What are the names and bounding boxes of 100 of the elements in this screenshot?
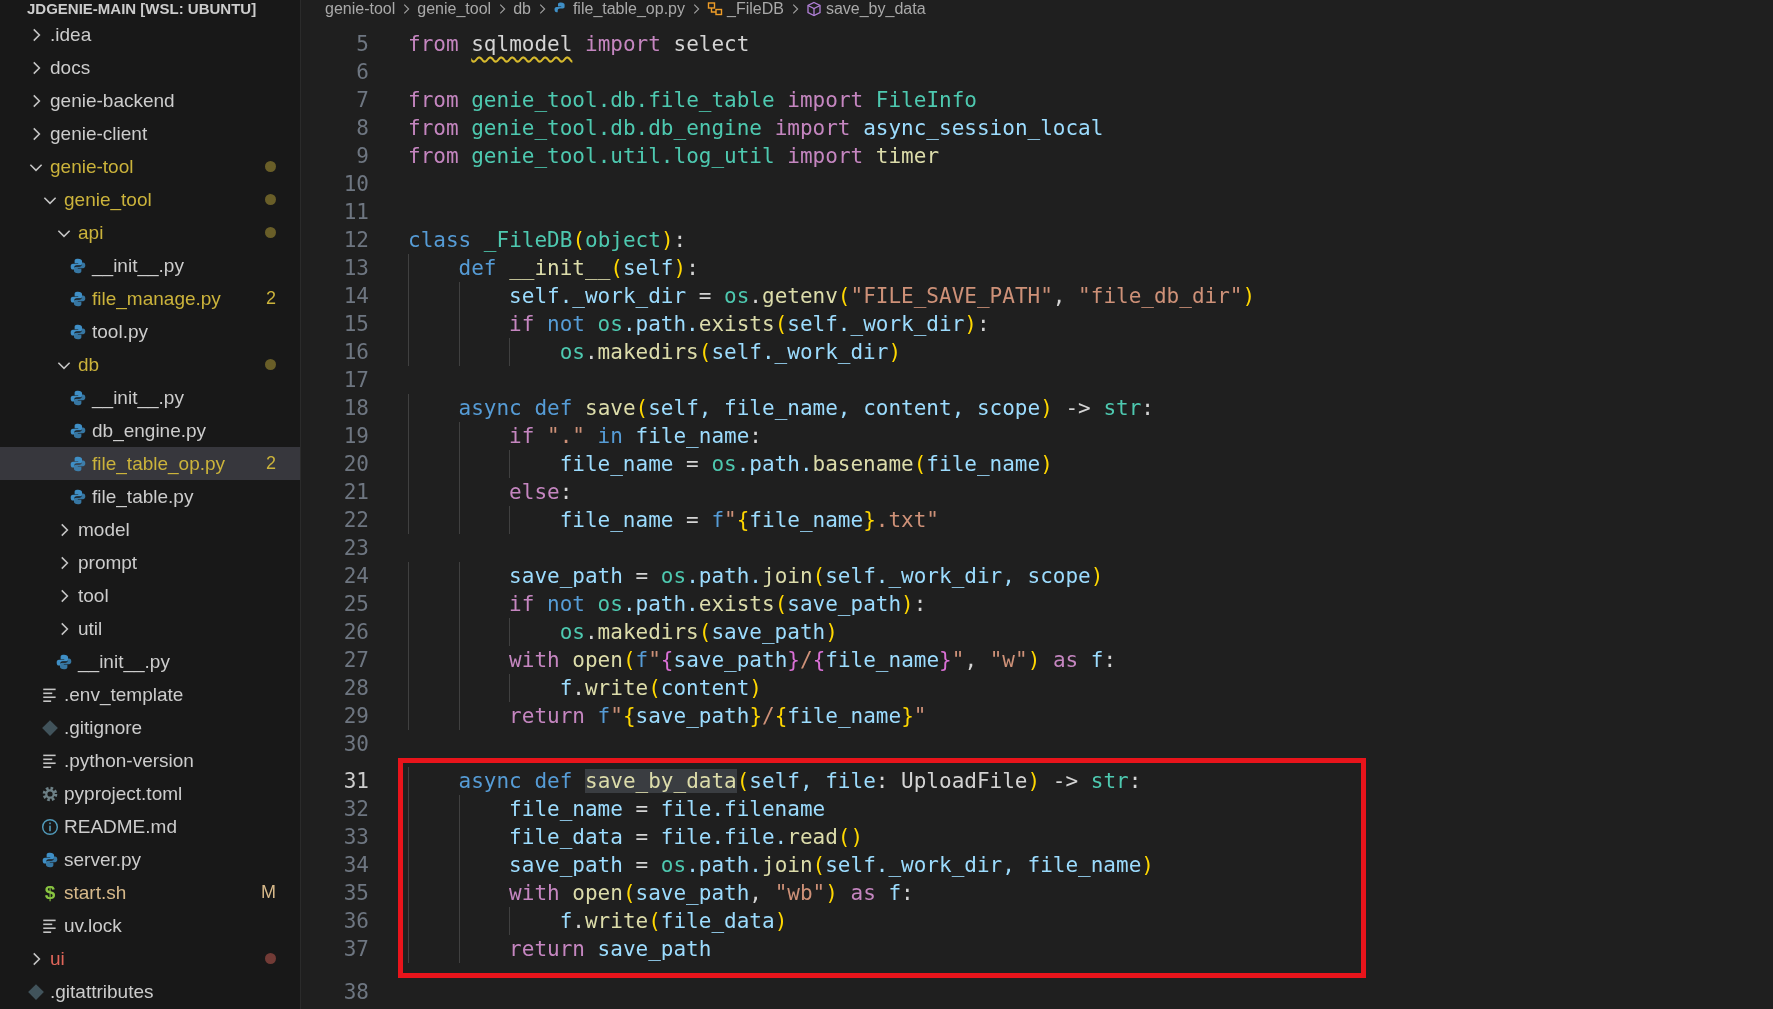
file-name: db_engine.py [92,419,208,442]
tree-item[interactable]: db_engine.py [0,414,300,447]
file-name: file_table.py [92,485,195,508]
tree-item[interactable]: prompt [0,546,300,579]
dollar-icon: $ [41,883,59,902]
line-number: 34 [342,853,369,877]
line-number: 33 [342,825,369,849]
line-number: 27 [342,648,369,672]
breadcrumb[interactable]: genie_tool [417,0,492,18]
tree-item[interactable]: pyproject.toml [0,777,300,810]
code-line: if not os.path.exists(save_path): [408,590,927,618]
tree-item[interactable]: .gitignore [0,711,300,744]
code-line: async def save(self, file_name, content, scope) -> str: [408,394,1154,422]
tree-item[interactable]: server.py [0,843,300,876]
line-number: 10 [342,172,369,196]
file-name: model [78,518,131,541]
tree-item[interactable]: tool [0,579,300,612]
code-line: save_path = os.path.join(self._work_dir, scope) [408,562,1104,590]
breadcrumb[interactable]: _FileDB [727,0,784,18]
file-name: file_manage.py [92,287,222,310]
code-line: with open(save_path, "wb") as f: [408,879,914,907]
file-name: genie-tool [50,155,135,178]
code-line: if "." in file_name: [408,422,762,450]
code-line: if not os.path.exists(self._work_dir): [408,310,990,338]
tree-item[interactable]: genie-client [0,117,300,150]
tree-item[interactable]: file_table.py [0,480,300,513]
line-number: 13 [342,256,369,280]
file-name: .python-version [64,749,195,772]
file-name: util [78,617,104,640]
file-name: .gitattributes [50,980,155,1003]
line-number: 12 [342,228,369,252]
gear-icon [41,784,59,803]
file-name: __init__.py [92,254,185,277]
tree-item[interactable]: .env_template [0,678,300,711]
file-name: .env_template [64,683,185,706]
tree-item[interactable]: genie-backend [0,84,300,117]
line-number: 18 [342,396,369,420]
breadcrumb[interactable]: file_table_op.py [572,0,685,18]
tree-item[interactable]: util [0,612,300,645]
python-icon [69,388,87,407]
python-icon [55,652,73,671]
line-number: 36 [342,909,369,933]
line-number: 31 [342,769,369,793]
tree-item[interactable]: genie-tool [0,150,300,183]
line-number: 7 [355,88,369,112]
tree-item[interactable]: README.md [0,810,300,843]
file-name: prompt [78,551,139,574]
tree-item[interactable]: genie_tool [0,183,300,216]
tree-item[interactable]: __init__.py [0,249,300,282]
file-name: __init__.py [78,650,171,673]
line-number: 32 [342,797,369,821]
tree-item[interactable]: tool.py [0,315,300,348]
line-number: 28 [342,676,369,700]
tree-item[interactable]: model [0,513,300,546]
file-name: file_table_op.py [92,452,227,475]
breadcrumb[interactable]: genie-tool [325,0,396,18]
tree-item[interactable]: .gitattributes [0,975,300,1008]
tree-item[interactable]: __init__.py [0,381,300,414]
python-icon [69,421,87,440]
class-icon [707,1,723,17]
breadcrumb[interactable]: db [513,0,531,18]
code-line: return save_path [408,935,712,963]
code-line: os.makedirs(self._work_dir) [408,338,902,366]
code-line: file_name = f"{file_name}.txt" [408,506,939,534]
code-line: from genie_tool.util.log_util import timer [408,143,940,170]
line-number: 9 [355,144,369,168]
tree-item[interactable]: __init__.py [0,645,300,678]
line-number: 24 [342,564,369,588]
python-icon [69,322,87,341]
tree-item[interactable]: $ start.sh M [0,876,300,909]
breadcrumb[interactable]: save_by_data [825,0,926,18]
file-name: pyproject.toml [64,782,184,805]
file-name: .gitignore [64,716,144,739]
tree-item[interactable]: db [0,348,300,381]
code-line: from genie_tool.db.file_table import FileInfo [408,87,977,114]
line-number: 16 [342,340,369,364]
file-name: db [78,353,101,376]
tree-item[interactable]: ui [0,942,300,975]
code-line: from genie_tool.db.db_engine import async_session_local [408,115,1104,142]
line-number: 25 [342,592,369,616]
tree-item[interactable]: .python-version [0,744,300,777]
code-line: class _FileDB(object): [408,227,687,254]
tree-item[interactable]: api [0,216,300,249]
line-number: 8 [355,116,369,140]
info-icon [41,817,59,836]
file-name: api [78,221,105,244]
file-name: docs [50,56,92,79]
diamond-icon [41,718,59,737]
line-number: 19 [342,424,369,448]
line-number: 22 [342,508,369,532]
tree-item[interactable]: file_table_op.py 2 [0,447,300,480]
tree-item[interactable]: docs [0,51,300,84]
tree-item[interactable]: file_manage.py 2 [0,282,300,315]
python-icon [69,454,87,473]
line-number: 37 [342,937,369,961]
tree-item[interactable]: .idea [0,18,300,51]
code-line: with open(f"{save_path}/{file_name}", "w") as f: [408,646,1117,674]
tree-item[interactable]: uv.lock [0,909,300,942]
file-name: tool [78,584,110,607]
file-name: genie-client [50,122,149,145]
